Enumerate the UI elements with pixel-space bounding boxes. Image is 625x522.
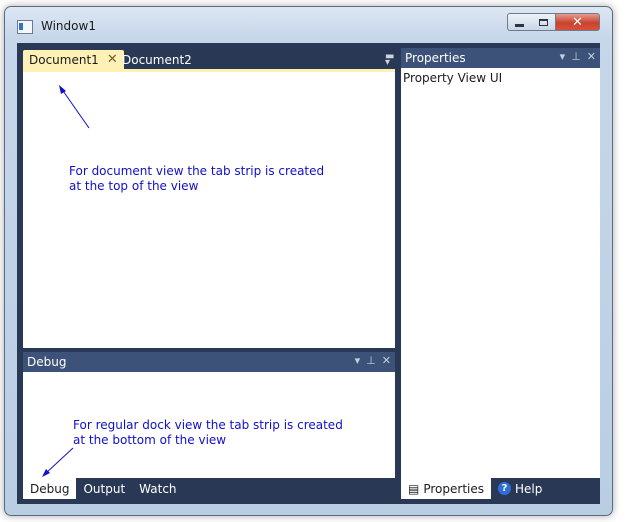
tab-debug[interactable]: Debug xyxy=(23,478,77,499)
tab-watch[interactable]: Watch xyxy=(132,478,183,499)
properties-view[interactable]: Property View UI xyxy=(401,68,600,478)
annotation-arrow-icon xyxy=(59,85,90,129)
property-view-text: Property View UI xyxy=(403,71,503,85)
close-icon: ✕ xyxy=(572,14,583,30)
dock-client-area: Document1 ✕ Document2 ▬ ▾ For document vi… xyxy=(17,43,600,504)
tab-label: Help xyxy=(515,481,543,496)
tab-label: Document2 xyxy=(122,52,192,67)
properties-pane-header[interactable]: Properties ▾ ⊥ ✕ xyxy=(401,48,600,68)
tab-help[interactable]: ? Help xyxy=(491,478,549,499)
close-icon[interactable]: ✕ xyxy=(382,354,391,367)
tab-list-menu-icon[interactable]: ▬ ▾ xyxy=(385,52,394,68)
app-icon xyxy=(17,20,33,34)
pin-icon[interactable]: ⊥ xyxy=(366,354,376,367)
close-button[interactable]: ✕ xyxy=(556,13,600,31)
minimize-icon xyxy=(515,23,524,27)
window-title: Window1 xyxy=(41,19,96,33)
document-tab-note: For document view the tab strip is creat… xyxy=(69,164,325,193)
tab-document2[interactable]: Document2 xyxy=(116,50,198,69)
help-icon: ? xyxy=(498,482,511,495)
debug-tab-strip: Debug Output Watch xyxy=(23,478,184,499)
tab-label: Document1 xyxy=(29,52,99,67)
close-icon[interactable]: ✕ xyxy=(587,50,596,63)
dock-tab-note: For regular dock view the tab strip is c… xyxy=(73,418,343,447)
pin-icon[interactable]: ⊥ xyxy=(571,50,581,63)
pane-title: Debug xyxy=(27,355,67,369)
properties-tab-strip: ▤ Properties ? Help xyxy=(401,478,549,499)
tab-output[interactable]: Output xyxy=(76,478,132,499)
maximize-button[interactable] xyxy=(531,13,556,31)
debug-pane-header[interactable]: Debug ▾ ⊥ ✕ xyxy=(23,352,395,372)
tab-label: Properties xyxy=(423,481,484,496)
dropdown-icon[interactable]: ▾ xyxy=(355,354,361,367)
main-window: Window1 ✕ Document1 ✕ Document2 ▬ ▾ For … xyxy=(4,6,613,516)
dropdown-icon[interactable]: ▾ xyxy=(560,50,566,63)
minimize-button[interactable] xyxy=(507,13,532,31)
debug-view[interactable]: For regular dock view the tab strip is c… xyxy=(23,372,395,478)
pane-title: Properties xyxy=(405,51,466,65)
properties-icon: ▤ xyxy=(408,481,420,496)
document-tab-strip: Document1 ✕ Document2 ▬ ▾ xyxy=(23,48,395,69)
tab-properties[interactable]: ▤ Properties xyxy=(401,478,491,499)
document-view[interactable]: For document view the tab strip is creat… xyxy=(23,69,395,348)
title-bar[interactable]: Window1 ✕ xyxy=(5,7,612,43)
tab-document1[interactable]: Document1 ✕ xyxy=(23,50,124,69)
maximize-icon xyxy=(538,18,548,26)
